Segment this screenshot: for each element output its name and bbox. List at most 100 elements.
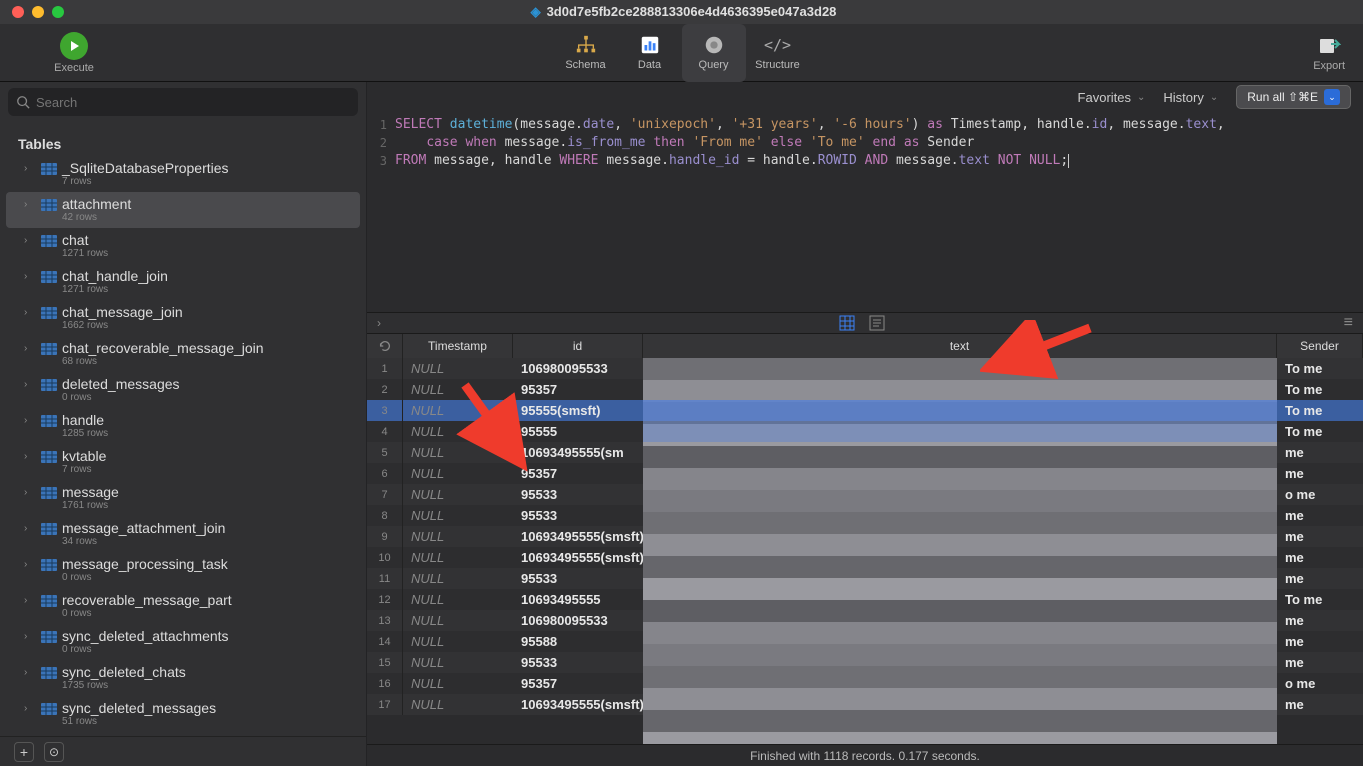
results-grid: Timestamp id text Sender 1NULL1069800955… (367, 334, 1363, 744)
sidebar-table-item[interactable]: ›chat1271 rows (6, 228, 360, 264)
sidebar-table-item[interactable]: ›sync_deleted_chats1735 rows (6, 660, 360, 696)
sidebar-table-item[interactable]: ›chat_handle_join1271 rows (6, 264, 360, 300)
table-row[interactable]: 15NULL95533me (367, 652, 1363, 673)
window-minimize-button[interactable] (32, 6, 44, 18)
row-number: 17 (367, 694, 403, 715)
table-name: attachment (62, 196, 352, 212)
cell-timestamp: NULL (403, 463, 513, 484)
sidebar-table-item[interactable]: ›message1761 rows (6, 480, 360, 516)
query-toolbar: Favorites ⌄ History ⌄ Run all ⇧⌘E ⌄ (367, 82, 1363, 112)
column-timestamp[interactable]: Timestamp (403, 334, 513, 358)
sidebar-table-item[interactable]: ›_SqliteDatabaseProperties7 rows (6, 156, 360, 192)
run-all-button[interactable]: Run all ⇧⌘E ⌄ (1236, 85, 1351, 109)
history-menu[interactable]: History ⌄ (1163, 90, 1218, 105)
cell-id: 95533 (513, 505, 643, 526)
cell-text (643, 568, 1277, 589)
sidebar-table-item[interactable]: ›deleted_messages0 rows (6, 372, 360, 408)
table-row[interactable]: 5NULL10693495555(smme (367, 442, 1363, 463)
tab-data[interactable]: Data (618, 24, 682, 82)
cell-sender: me (1277, 694, 1363, 715)
sidebar-table-item[interactable]: ›chat_message_join1662 rows (6, 300, 360, 336)
chevron-right-icon: › (24, 556, 36, 570)
cell-text (643, 652, 1277, 673)
database-icon: ◈ (531, 4, 541, 19)
table-icon (40, 558, 58, 572)
chevron-down-icon: ⌄ (1137, 92, 1145, 103)
chevron-right-icon: › (24, 232, 36, 246)
column-id[interactable]: id (513, 334, 643, 358)
chevron-right-icon: › (24, 520, 36, 534)
favorites-menu[interactable]: Favorites ⌄ (1078, 90, 1146, 105)
table-row[interactable]: 11NULL95533me (367, 568, 1363, 589)
cell-timestamp: NULL (403, 652, 513, 673)
row-number: 7 (367, 484, 403, 505)
cell-text (643, 442, 1277, 463)
table-icon (40, 378, 58, 392)
column-text[interactable]: text (643, 334, 1277, 358)
more-button[interactable]: ⊙ (44, 742, 64, 762)
sidebar-table-item[interactable]: ›sync_deleted_attachments0 rows (6, 624, 360, 660)
grid-header: Timestamp id text Sender (367, 334, 1363, 358)
sidebar-table-item[interactable]: ›handle1285 rows (6, 408, 360, 444)
add-button[interactable]: + (14, 742, 34, 762)
cell-id: 95555 (513, 421, 643, 442)
sidebar-table-item[interactable]: ›recoverable_message_part0 rows (6, 588, 360, 624)
search-icon (16, 95, 30, 109)
cell-sender: me (1277, 631, 1363, 652)
table-row[interactable]: 3NULL95555(smsft)To me (367, 400, 1363, 421)
table-icon (40, 486, 58, 500)
row-number: 11 (367, 568, 403, 589)
tab-schema[interactable]: Schema (554, 24, 618, 82)
sidebar-table-item[interactable]: ›chat_recoverable_message_join68 rows (6, 336, 360, 372)
tab-structure[interactable]: </> Structure (746, 24, 810, 82)
cell-id: 95533 (513, 652, 643, 673)
table-row[interactable]: 9NULL10693495555(smsft)me (367, 526, 1363, 547)
table-rowcount: 0 rows (62, 572, 352, 584)
export-button[interactable]: Export (1313, 34, 1345, 72)
row-number: 9 (367, 526, 403, 547)
export-icon (1317, 34, 1341, 58)
table-row[interactable]: 2NULL95357To me (367, 379, 1363, 400)
cell-timestamp: NULL (403, 631, 513, 652)
table-name: sync_deleted_chats (62, 664, 352, 680)
table-name: chat_recoverable_message_join (62, 340, 352, 356)
table-row[interactable]: 4NULL95555To me (367, 421, 1363, 442)
tab-query[interactable]: Query (682, 24, 746, 82)
cell-sender: To me (1277, 379, 1363, 400)
line-number: 3 (367, 152, 395, 170)
table-row[interactable]: 8NULL95533me (367, 505, 1363, 526)
cell-sender: To me (1277, 358, 1363, 379)
sidebar-table-item[interactable]: ›kvtable7 rows (6, 444, 360, 480)
table-row[interactable]: 1NULL106980095533To me (367, 358, 1363, 379)
sidebar-table-item[interactable]: ›sync_deleted_messages51 rows (6, 696, 360, 732)
table-icon (40, 234, 58, 248)
search-input[interactable] (8, 88, 358, 116)
table-row[interactable]: 10NULL10693495555(smsft)me (367, 547, 1363, 568)
table-row[interactable]: 6NULL95357me (367, 463, 1363, 484)
refresh-icon[interactable] (367, 334, 403, 358)
sidebar-table-item[interactable]: ›message_attachment_join34 rows (6, 516, 360, 552)
table-row[interactable]: 12NULL10693495555To me (367, 589, 1363, 610)
sidebar-table-item[interactable]: ›attachment42 rows (6, 192, 360, 228)
window-close-button[interactable] (12, 6, 24, 18)
table-rowcount: 0 rows (62, 392, 352, 404)
execute-button[interactable] (60, 32, 88, 60)
results-menu-icon[interactable]: ≡ (1344, 314, 1353, 332)
table-row[interactable]: 14NULL95588me (367, 631, 1363, 652)
chevron-right-icon: › (24, 304, 36, 318)
text-view-icon[interactable] (868, 314, 886, 332)
table-row[interactable]: 7NULL95533o me (367, 484, 1363, 505)
table-name: chat (62, 232, 352, 248)
cell-timestamp: NULL (403, 568, 513, 589)
grid-view-icon[interactable] (838, 314, 856, 332)
table-row[interactable]: 13NULL106980095533me (367, 610, 1363, 631)
table-row[interactable]: 17NULL10693495555(smsft)me (367, 694, 1363, 715)
table-row[interactable]: 16NULL95357o me (367, 673, 1363, 694)
chevron-right-icon: › (24, 196, 36, 210)
sidebar-table-item[interactable]: ›message_processing_task0 rows (6, 552, 360, 588)
window-maximize-button[interactable] (52, 6, 64, 18)
window-title: ◈3d0d7e5fb2ce288813306e4d4636395e047a3d2… (64, 4, 1303, 20)
column-sender[interactable]: Sender (1277, 334, 1363, 358)
cell-timestamp: NULL (403, 547, 513, 568)
sql-editor[interactable]: 1SELECT datetime(message.date, 'unixepoc… (367, 112, 1363, 312)
